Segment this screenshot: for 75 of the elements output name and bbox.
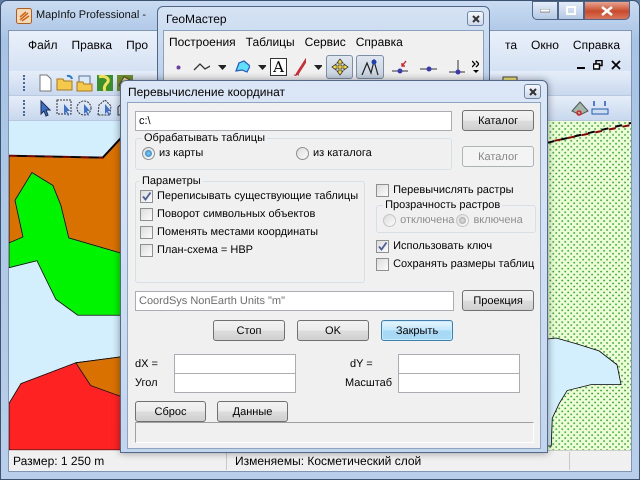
close-icon[interactable]: [611, 60, 621, 70]
field-label: Угол: [135, 376, 159, 388]
field-label: dY =: [349, 358, 374, 370]
menu-item[interactable]: та: [498, 38, 524, 52]
checkbox-label: Перевычислять растры: [393, 184, 514, 196]
checkbox[interactable]: [140, 244, 153, 256]
polygon-select-icon[interactable]: [96, 99, 114, 117]
radius-select-icon[interactable]: [76, 99, 94, 117]
menu-item[interactable]: Справка: [566, 38, 627, 52]
input-field[interactable]: [174, 372, 296, 392]
radio-label: включена: [473, 214, 523, 226]
checkbox[interactable]: [140, 208, 153, 220]
restore-icon[interactable]: [593, 60, 603, 70]
radio-button[interactable]: [296, 146, 309, 160]
menu-item[interactable]: Построения: [164, 35, 241, 49]
radio-label: из каталога: [313, 147, 372, 159]
layer-control-icon[interactable]: [571, 99, 589, 117]
menu-item[interactable]: Про: [119, 38, 156, 52]
checkbox-label: План-схема = НВР: [157, 244, 254, 256]
checkbox[interactable]: [376, 258, 390, 270]
folder-window-icon[interactable]: [76, 74, 94, 92]
dialog-button[interactable]: Закрыть: [381, 320, 453, 341]
menu-item[interactable]: Сервис: [300, 35, 351, 49]
text-tool-button[interactable]: A: [270, 58, 288, 76]
field-label: Масштаб: [345, 376, 394, 388]
checkbox-label: Переписывать существующие таблицы: [157, 190, 358, 202]
checkbox[interactable]: [140, 226, 153, 238]
close-button[interactable]: [467, 11, 484, 26]
maximize-icon: [566, 6, 576, 15]
checkbox[interactable]: [376, 184, 390, 196]
app-icon: [16, 8, 32, 24]
dialog-button[interactable]: OK: [297, 320, 369, 341]
dialog-button[interactable]: Сброс: [135, 401, 206, 422]
checkbox-label: Поменять местами координаты: [157, 226, 318, 238]
dialog-button[interactable]: Стоп: [213, 320, 285, 341]
close-button[interactable]: [584, 1, 630, 20]
minimize-button[interactable]: [532, 1, 558, 20]
checkbox[interactable]: [376, 240, 390, 252]
dialog-button[interactable]: Данные: [217, 401, 288, 422]
dialog-title: Перевычисление координат: [128, 84, 285, 98]
window-title: ГеоМастер: [166, 12, 227, 26]
scale-bar-icon[interactable]: [591, 99, 609, 117]
group-title: Параметры: [141, 175, 202, 187]
window-title: MapInfo Professional -: [36, 9, 146, 21]
radio-button[interactable]: [142, 146, 155, 160]
move-arrows-icon[interactable]: [326, 55, 354, 79]
input-field[interactable]: [398, 372, 520, 392]
overflow-chevron-icon[interactable]: [472, 60, 479, 74]
maximize-button[interactable]: [558, 1, 584, 20]
menu-item[interactable]: Окно: [524, 38, 566, 52]
checkbox-label: Сохранять размеры таблиц: [393, 258, 534, 270]
input-field[interactable]: [174, 354, 296, 374]
input-field[interactable]: [398, 354, 520, 374]
radio-label: отключена: [400, 214, 454, 226]
close-button[interactable]: [524, 84, 541, 99]
menu-item[interactable]: Файл: [21, 38, 65, 52]
folder-path-field[interactable]: c:\: [135, 110, 452, 130]
catalog-button[interactable]: Каталог: [462, 110, 534, 131]
close-icon: [528, 88, 536, 96]
field-label: dX =: [135, 358, 159, 370]
folder-icon[interactable]: [56, 74, 74, 92]
group-title: Прозрачность растров: [384, 199, 502, 211]
close-icon: [472, 14, 480, 22]
menu-item[interactable]: Таблицы: [240, 35, 300, 49]
checkbox-label: Использовать ключ: [393, 240, 492, 252]
radio-label: из карты: [159, 147, 204, 159]
minimize-icon: [540, 8, 550, 12]
vertex-edit-icon[interactable]: [356, 55, 384, 79]
close-icon: [601, 6, 613, 16]
checkbox-label: Поворот символьных объектов: [157, 208, 316, 220]
checkbox[interactable]: [140, 190, 153, 202]
marquee-select-icon[interactable]: [56, 99, 74, 117]
menu-item[interactable]: Правка: [64, 38, 120, 52]
menu-item[interactable]: Справка: [350, 35, 408, 49]
group-title: Обрабатывать таблицы: [143, 132, 266, 144]
